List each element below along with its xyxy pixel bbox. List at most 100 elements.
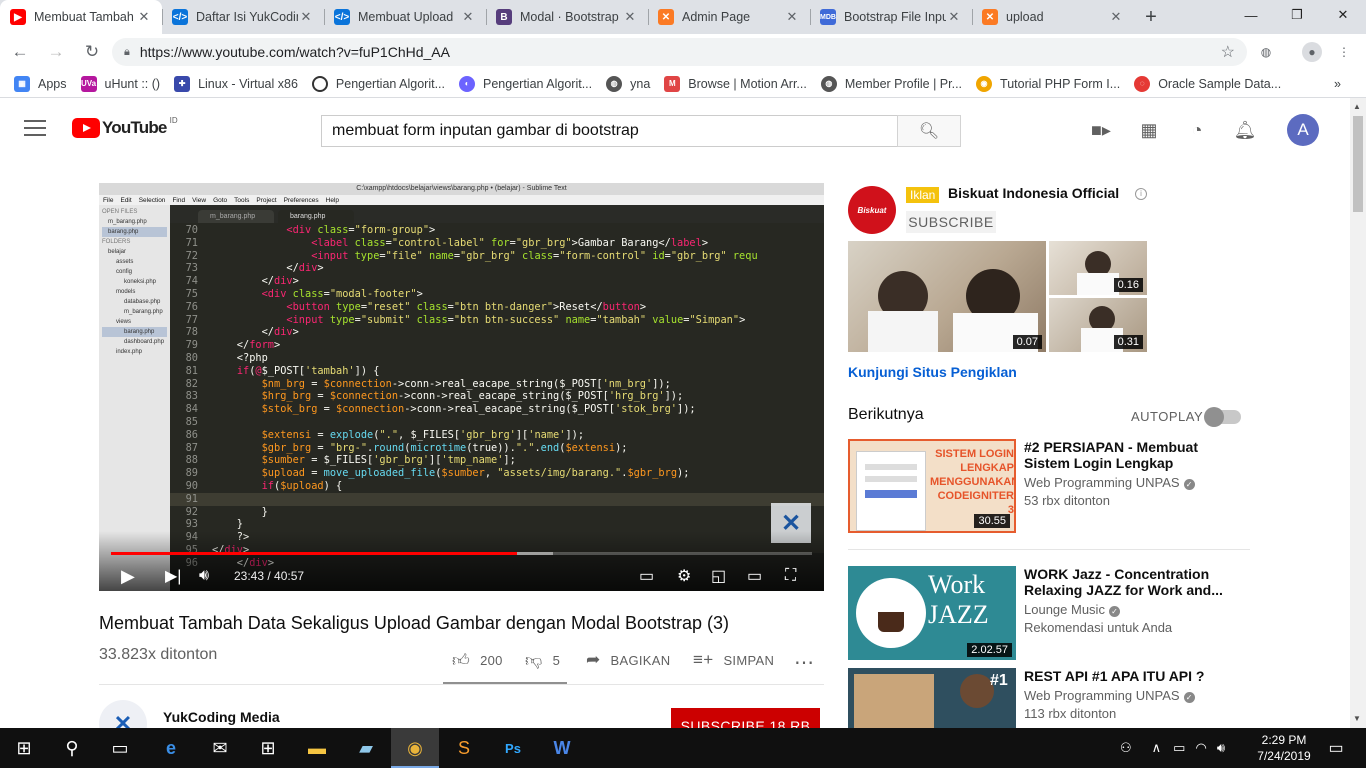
bookmark-uhunt[interactable]: UVa uHunt :: () bbox=[80, 75, 160, 92]
like-button[interactable]: 👍︎ 200 bbox=[452, 650, 503, 671]
people-icon[interactable]: ⚇ bbox=[1120, 740, 1132, 756]
advertiser-logo[interactable]: Biskuat bbox=[848, 186, 896, 234]
bookmark-tutorial-php[interactable]: ◉ Tutorial PHP Form I... bbox=[976, 75, 1120, 92]
notepad-icon[interactable]: ▰ bbox=[342, 728, 390, 768]
bookmark-member-profile[interactable]: ◍ Member Profile | Pr... bbox=[820, 75, 962, 92]
photoshop-icon[interactable]: Ps bbox=[489, 728, 537, 768]
dislike-button[interactable]: 👎︎ 5 bbox=[525, 650, 560, 671]
ad-thumbnail-3[interactable]: 0.31 bbox=[1049, 298, 1147, 352]
chrome-menu-icon[interactable]: ⋮ bbox=[1334, 42, 1354, 62]
page-scrollbar[interactable]: ▲ ▼ bbox=[1350, 98, 1366, 728]
bookmark-apps[interactable]: ▦ Apps bbox=[14, 75, 67, 92]
forward-icon[interactable]: → bbox=[40, 36, 72, 68]
reload-icon[interactable]: ↻ bbox=[76, 36, 108, 68]
word-icon[interactable]: W bbox=[538, 728, 586, 768]
fullscreen-icon[interactable]: ⛶ bbox=[785, 565, 796, 587]
new-tab-button[interactable]: + bbox=[1134, 0, 1168, 34]
share-button[interactable]: ➦ BAGIKAN bbox=[586, 650, 670, 670]
bookmark-pengertian-1[interactable]: Pengertian Algorit... bbox=[311, 75, 445, 92]
search-icon[interactable]: ⚲ bbox=[48, 728, 96, 768]
task-view-icon[interactable]: ▭ bbox=[96, 728, 144, 768]
minimize-icon[interactable]: — bbox=[1228, 0, 1274, 30]
scroll-up-icon[interactable]: ▲ bbox=[1353, 102, 1361, 111]
close-tab-icon[interactable]: ✕ bbox=[460, 9, 476, 25]
sublime-text-icon[interactable]: S bbox=[440, 728, 488, 768]
progress-bar[interactable] bbox=[111, 552, 812, 555]
profile-icon[interactable]: ● bbox=[1302, 42, 1322, 62]
tab-upload[interactable]: ✕ upload ✕ bbox=[972, 0, 1134, 34]
advertiser-name[interactable]: Biskuat Indonesia Official bbox=[948, 185, 1119, 201]
hamburger-menu-icon[interactable] bbox=[24, 120, 46, 141]
wifi-icon[interactable]: ◠ bbox=[1195, 740, 1206, 756]
bookmark-pengertian-2[interactable]: ◐ Pengertian Algorit... bbox=[459, 75, 592, 92]
tray-overflow-icon[interactable]: ∧ bbox=[1152, 740, 1162, 756]
video-thumbnail[interactable]: Work JAZZ 2.02.57 bbox=[848, 566, 1016, 660]
search-input[interactable]: membuat form inputan gambar di bootstrap bbox=[321, 115, 898, 147]
channel-name[interactable]: YukCoding Media bbox=[163, 709, 280, 725]
windows-start-icon[interactable]: ⊞ bbox=[0, 728, 48, 768]
action-center-icon[interactable]: ▭ bbox=[1312, 728, 1360, 768]
recommended-video-2[interactable]: WORK Jazz - Concentration Relaxing JAZZ … bbox=[1024, 566, 1234, 635]
create-video-icon[interactable]: ■▸ bbox=[1089, 118, 1113, 142]
close-tab-icon[interactable]: ✕ bbox=[784, 9, 800, 25]
chrome-icon[interactable]: ◉ bbox=[391, 728, 439, 768]
save-button[interactable]: ≡+ SIMPAN bbox=[693, 650, 774, 670]
video-player[interactable]: C:\xampp\htdocs\belajar\views\barang.php… bbox=[99, 183, 824, 591]
volume-icon[interactable]: 🔊︎ bbox=[1217, 740, 1225, 756]
settings-gear-icon[interactable]: ⚙ bbox=[677, 565, 691, 587]
bookmark-yna[interactable]: ◍ yna bbox=[606, 75, 650, 92]
edge-icon[interactable]: e bbox=[147, 728, 195, 768]
next-video-icon[interactable]: ▶| bbox=[165, 565, 181, 587]
subtitles-icon[interactable]: ▭ bbox=[639, 565, 654, 587]
avatar[interactable]: A bbox=[1287, 114, 1319, 146]
tab-admin-page[interactable]: ✕ Admin Page ✕ bbox=[648, 0, 810, 34]
file-explorer-icon[interactable]: ▬ bbox=[293, 728, 341, 768]
notifications-bell-icon[interactable]: 🔔︎ bbox=[1233, 118, 1257, 142]
tab-modal-bootstrap[interactable]: B Modal · Bootstrap ✕ bbox=[486, 0, 648, 34]
scroll-down-icon[interactable]: ▼ bbox=[1353, 714, 1361, 723]
bookmark-linux[interactable]: ✚ Linux - Virtual x86 bbox=[174, 75, 298, 92]
ad-info-icon[interactable]: i bbox=[1135, 188, 1147, 200]
recommended-video-1[interactable]: #2 PERSIAPAN - Membuat Sistem Login Leng… bbox=[1024, 439, 1234, 508]
ad-thumbnail-main[interactable]: 0.07 bbox=[848, 241, 1046, 352]
tab-membuat-upload[interactable]: </> Membuat Upload ✕ bbox=[324, 0, 486, 34]
scrollbar-thumb[interactable] bbox=[1353, 116, 1363, 212]
globe-extension-icon[interactable]: ◍ bbox=[1256, 42, 1276, 62]
youtube-logo[interactable]: YouTube ID bbox=[72, 116, 178, 138]
close-tab-icon[interactable]: ✕ bbox=[1108, 9, 1124, 25]
tab-youtube[interactable]: ▶ Membuat Tambah ✕ bbox=[0, 0, 162, 34]
bookmarks-overflow-icon[interactable]: » bbox=[1334, 77, 1341, 91]
visit-advertiser-link[interactable]: Kunjungi Situs Pengiklan bbox=[848, 364, 1017, 380]
messages-icon[interactable]: ◔ bbox=[1185, 118, 1209, 142]
tab-bootstrap-file-input[interactable]: MDB Bootstrap File Inpu ✕ bbox=[810, 0, 972, 34]
search-button[interactable]: 🔍︎ bbox=[897, 115, 961, 147]
bookmark-star-icon[interactable]: ☆ bbox=[1221, 42, 1235, 62]
video-thumbnail[interactable]: #1 bbox=[848, 668, 1016, 728]
close-window-icon[interactable]: ✕ bbox=[1320, 0, 1366, 30]
mail-icon[interactable]: ✉ bbox=[196, 728, 244, 768]
back-icon[interactable]: ← bbox=[4, 36, 36, 68]
bookmark-motion-array[interactable]: M Browse | Motion Arr... bbox=[664, 75, 807, 92]
maximize-icon[interactable]: ❐ bbox=[1274, 0, 1320, 30]
close-tab-icon[interactable]: ✕ bbox=[946, 9, 962, 25]
omnibox[interactable]: 🔒︎ https://www.youtube.com/watch?v=fuP1C… bbox=[112, 38, 1247, 66]
recommended-video-3[interactable]: REST API #1 APA ITU API ? Web Programmin… bbox=[1024, 668, 1234, 721]
close-tab-icon[interactable]: ✕ bbox=[298, 9, 314, 25]
autoplay-toggle[interactable] bbox=[1204, 407, 1241, 427]
tab-daftar-isi[interactable]: </> Daftar Isi YukCodin ✕ bbox=[162, 0, 324, 34]
theater-mode-icon[interactable]: ▭ bbox=[747, 565, 762, 587]
close-tab-icon[interactable]: ✕ bbox=[136, 9, 152, 25]
close-tab-icon[interactable]: ✕ bbox=[622, 9, 638, 25]
video-thumbnail[interactable]: SISTEM LOGIN LENGKAP MENGGUNAKAN CODEIGN… bbox=[848, 439, 1016, 533]
ad-thumbnail-2[interactable]: 0.16 bbox=[1049, 241, 1147, 295]
store-icon[interactable]: ⊞ bbox=[244, 728, 292, 768]
url-text[interactable]: https://www.youtube.com/watch?v=fuP1ChHd… bbox=[140, 44, 450, 60]
clock[interactable]: 2:29 PM 7/24/2019 bbox=[1256, 732, 1312, 764]
ad-subscribe-button[interactable]: SUBSCRIBE bbox=[906, 211, 996, 233]
more-actions-icon[interactable]: ⋯ bbox=[794, 650, 814, 675]
volume-icon[interactable]: 🔊︎ bbox=[199, 565, 209, 587]
bookmark-oracle[interactable]: ◌ Oracle Sample Data... bbox=[1134, 75, 1281, 92]
battery-icon[interactable]: ▭ bbox=[1173, 740, 1185, 756]
apps-grid-icon[interactable]: ▦ bbox=[1137, 118, 1161, 142]
miniplayer-icon[interactable]: ◱ bbox=[711, 565, 726, 587]
